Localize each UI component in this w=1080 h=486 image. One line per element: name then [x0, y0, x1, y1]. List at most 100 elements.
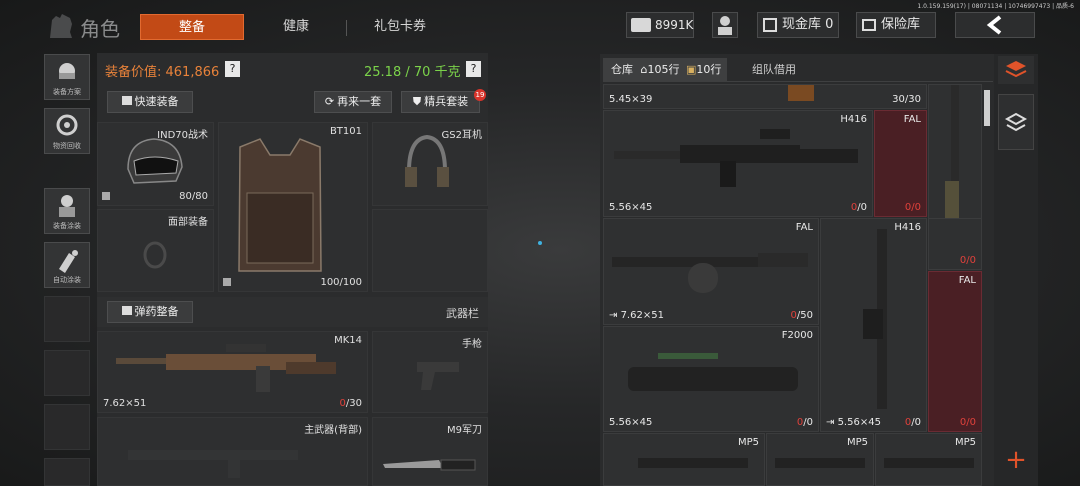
top-row-ammo: 30/30 — [892, 94, 921, 105]
ammo-total: /0 — [966, 417, 976, 428]
weight-help-icon[interactable]: ? — [466, 61, 481, 77]
layers-icon — [1004, 112, 1028, 132]
mp5-image — [638, 458, 748, 468]
storage-item-mp5[interactable]: MP5 — [875, 433, 982, 486]
equipment-value-help-icon[interactable]: ? — [225, 61, 240, 77]
back-weapon-slot-name: 主武器(背部) — [304, 425, 362, 436]
face-slot[interactable]: 面部装备 — [97, 209, 214, 292]
again-set-button[interactable]: ⟳ 再来一套 — [314, 91, 392, 113]
insurance-label: 保险库 — [881, 17, 921, 32]
caliber-value: 5.56×45 — [837, 417, 881, 428]
item-caliber: ⇥ 5.56×45 — [826, 417, 881, 428]
weight-label: 25.18 / 70 千克 — [364, 65, 461, 80]
quick-equip-label: 快速装备 — [134, 95, 179, 108]
tab-health[interactable]: 健康 — [250, 14, 342, 40]
elite-set-button[interactable]: ⛊ 精兵套装 — [401, 91, 480, 113]
ammo-icon — [121, 306, 132, 315]
knife-slot[interactable]: M9军刀 — [372, 417, 488, 486]
mk14-rifle-image — [116, 344, 336, 392]
sort-stack-button[interactable] — [998, 56, 1034, 84]
item-caliber: 5.56×45 — [609, 417, 653, 428]
cash-vault-button[interactable]: 现金库 0 — [757, 12, 839, 38]
insurance-vault-button[interactable]: 保险库 — [856, 12, 936, 38]
transfer-icon: ⇥ — [609, 310, 621, 321]
storage-item-h416[interactable]: H416 5.56×45 0/0 — [603, 110, 873, 217]
item-name: FAL — [903, 114, 921, 125]
item-name: H416 — [840, 114, 867, 125]
primary-weapon-slot[interactable]: MK14 7.62×51 0/30 — [97, 331, 368, 413]
ammo-prep-button[interactable]: 弹药整备 — [107, 301, 193, 323]
elite-set-badge: 19 — [474, 89, 486, 101]
profile-button[interactable] — [712, 12, 738, 38]
refresh-icon: ⟳ — [324, 95, 335, 108]
center-indicator-dot — [538, 241, 542, 245]
item-ammo: 0/0 — [905, 417, 921, 428]
armor-name: BT101 — [329, 126, 362, 137]
ammo-total: /50 — [796, 310, 813, 321]
supply-recycle-button[interactable]: 物资回收 — [44, 108, 90, 154]
bag-icon: ▣ — [685, 63, 697, 76]
item-name: MP5 — [954, 437, 976, 448]
back-weapon-slot[interactable]: 主武器(背部) — [97, 417, 368, 486]
storage-item-fal[interactable]: FAL ⇥ 7.62×51 0/50 — [603, 218, 819, 325]
headset-image — [405, 134, 449, 187]
headset-slot[interactable]: GS2耳机 — [372, 122, 488, 206]
equipment-paint-label: 装备涂装 — [53, 222, 81, 230]
f2000-rifle-image — [628, 353, 798, 391]
item-name: FAL — [958, 275, 976, 286]
item-caliber: 5.56×45 — [609, 202, 653, 213]
storage-item-mp5[interactable]: MP5 — [603, 433, 765, 486]
empty-slot — [372, 209, 488, 292]
helmet-plan-icon — [59, 63, 75, 79]
helmet-slot[interactable]: IND70战术 80/80 — [97, 122, 214, 206]
quick-equip-button[interactable]: 快速装备 — [107, 91, 193, 113]
storage-item-fal-locked[interactable]: FAL 0/0 — [874, 110, 927, 217]
auto-paint-button[interactable]: 自动涂装 — [44, 242, 90, 288]
tab-gift-cards[interactable]: 礼包卡券 — [352, 14, 448, 40]
insured-icon — [223, 278, 231, 286]
tab-team-borrow[interactable]: 组队借用 — [736, 58, 812, 82]
storage-item-h416-vertical[interactable]: H416 ⇥ 5.56×45 0/0 — [820, 218, 927, 432]
storage-item-fal-locked-2[interactable]: FAL 0/0 — [928, 271, 982, 432]
armor-slot[interactable]: BT101 100/100 — [218, 122, 368, 292]
cash-icon — [631, 18, 651, 32]
primary-ammo-total: /30 — [345, 398, 362, 409]
equipment-paint-button[interactable]: 装备涂装 — [44, 188, 90, 234]
item-ammo: 0/0 — [851, 202, 867, 213]
character-logo-icon — [46, 12, 76, 40]
elite-set-label: 精兵套装 — [424, 95, 469, 108]
pistol-slot[interactable]: 手枪 — [372, 331, 488, 413]
pistol-silhouette-icon — [417, 362, 459, 390]
knife-slot-name: M9军刀 — [447, 425, 482, 436]
weapon-bar-label: 武器栏 — [446, 307, 479, 320]
insured-icon — [102, 192, 110, 200]
fal-rifle-image — [612, 253, 808, 293]
item-name: FAL — [795, 222, 813, 233]
add-button[interactable]: + — [998, 446, 1034, 476]
caliber-value: 7.62×51 — [620, 310, 664, 321]
item-name: F2000 — [781, 330, 813, 341]
equipment-value: 装备价值: 461,866 — [105, 65, 220, 80]
storage-top-row[interactable]: 5.45×39 30/30 — [603, 84, 927, 109]
back-button[interactable] — [955, 12, 1035, 38]
pistol-slot-name: 手枪 — [462, 339, 482, 350]
storage-empty-cell[interactable]: 0/0 — [928, 218, 982, 270]
item-name: MP5 — [737, 437, 759, 448]
tab-equip[interactable]: 整备 — [140, 14, 244, 40]
tab-divider — [346, 20, 347, 36]
version-text: 1.0.159.159(17) | 08071134 | 10746997473… — [917, 3, 1074, 10]
currency-display[interactable]: 8991K — [626, 12, 694, 38]
auto-paint-icon — [59, 250, 78, 273]
soldier-icon — [718, 16, 732, 35]
equipment-plan-button[interactable]: 装备方案 — [44, 54, 90, 100]
storage-scrollbar[interactable] — [984, 90, 990, 126]
layers-button[interactable] — [998, 94, 1034, 150]
face-mask-icon — [143, 241, 167, 269]
storage-item-mp5[interactable]: MP5 — [766, 433, 874, 486]
currency-value: 8991K — [655, 18, 694, 32]
armor-durability: 100/100 — [320, 277, 362, 288]
face-slot-name: 面部装备 — [168, 217, 208, 228]
tab-warehouse[interactable]: 仓库 ⌂105行 ▣10行 — [603, 58, 727, 82]
storage-item-f2000[interactable]: F2000 5.56×45 0/0 — [603, 326, 819, 432]
primary-weapon-ammo: 0/30 — [340, 398, 362, 409]
